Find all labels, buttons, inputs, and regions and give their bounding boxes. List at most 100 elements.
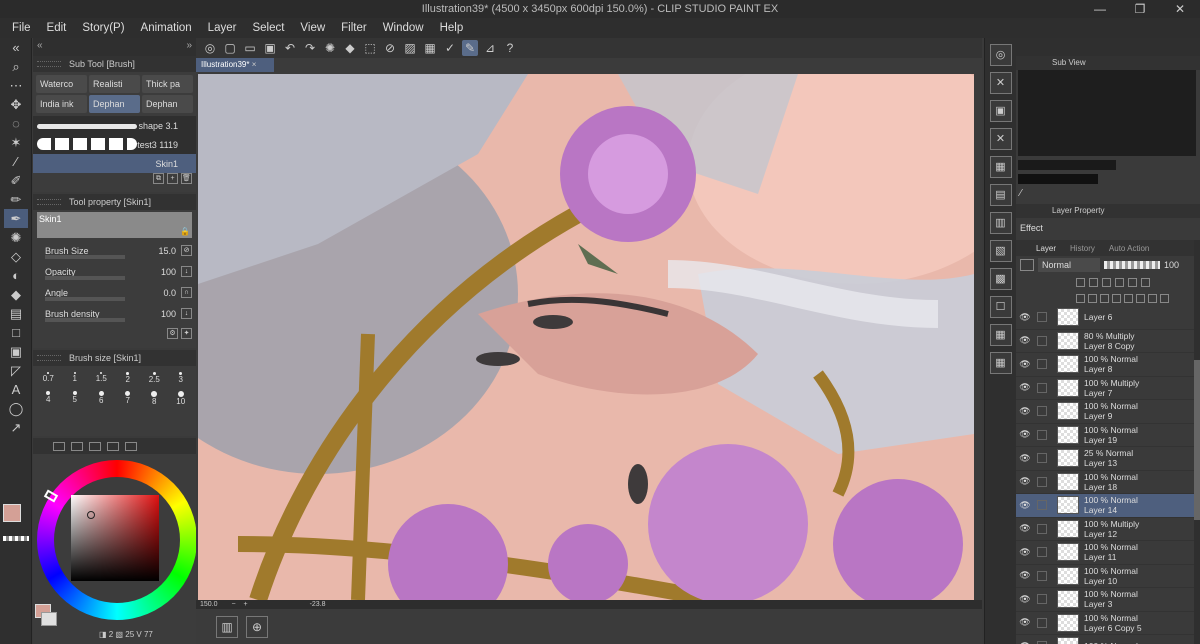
material-tray-icon[interactable]: ▩ [989, 268, 1012, 290]
layer-lock-checkbox[interactable] [1037, 523, 1047, 534]
material-all-icon[interactable]: ▦ [989, 324, 1012, 346]
material-tone-icon[interactable]: ✕ [989, 128, 1012, 150]
tab-auto-action[interactable]: Auto Action [1109, 244, 1149, 253]
brush-size-preset[interactable]: 2.5 [141, 370, 168, 387]
eyedropper-icon[interactable]: ⁄ [4, 152, 28, 171]
magic-wand-icon[interactable]: ✶ [4, 133, 28, 152]
brush-item[interactable]: test3 1119 [33, 135, 196, 154]
color-set-tab-icon[interactable] [71, 441, 83, 451]
color-wheel-tab-icon[interactable] [53, 441, 65, 451]
visibility-eye-icon[interactable]: 👁 [1018, 547, 1032, 558]
material-brush-icon[interactable]: ☐ [989, 296, 1012, 318]
airbrush-tool-icon[interactable]: ✺ [4, 228, 28, 247]
copy-subtool-icon[interactable]: ⧉ [153, 173, 164, 184]
brush-size-preset[interactable]: 0.7 [35, 370, 62, 387]
layer-lock-checkbox[interactable] [1037, 617, 1047, 628]
gradient-tool-icon[interactable]: ▤ [4, 304, 28, 323]
lock-alpha-icon[interactable] [1128, 277, 1137, 287]
transform-icon[interactable]: ⬚ [362, 40, 378, 56]
brush-size-value[interactable]: 15.0 [158, 246, 176, 256]
layer-row[interactable]: 👁 100 % Normal Layer 10 [1016, 565, 1200, 588]
redo-icon[interactable]: ↷ [302, 40, 318, 56]
layer-row[interactable]: 👁 100 % Normal Layer 6 Copy 5 [1016, 612, 1200, 635]
menu-help[interactable]: Help [432, 22, 472, 34]
collapse-icon[interactable]: « [4, 38, 28, 57]
undo-icon[interactable]: ↶ [282, 40, 298, 56]
opacity-slider[interactable] [1104, 261, 1160, 269]
opacity-value[interactable]: 100 [1164, 260, 1179, 270]
navigator-panel-icon[interactable]: ◎ [989, 44, 1012, 66]
new-vector-layer-icon[interactable] [1088, 293, 1097, 303]
layer-row[interactable]: 👁 100 % Normal Layer 18 [1016, 471, 1200, 494]
menu-file[interactable]: File [4, 22, 39, 34]
layer-lock-checkbox[interactable] [1037, 547, 1047, 558]
lock-layer-icon[interactable] [1115, 277, 1124, 287]
layer-row[interactable]: 👁 Layer 6 [1016, 306, 1200, 330]
delete-layer-icon[interactable] [1160, 293, 1169, 303]
layer-lock-checkbox[interactable] [1037, 453, 1047, 464]
apply-mask-icon[interactable] [1148, 293, 1157, 303]
canvas-tab[interactable]: Illustration39* × [196, 58, 274, 72]
blend-mode-select[interactable]: Normal [1038, 258, 1100, 272]
ruler-tool-icon[interactable]: ◸ [4, 361, 28, 380]
brush-size-preset[interactable]: 7 [115, 389, 142, 406]
menu-story[interactable]: Story(P) [74, 22, 132, 34]
material-3d-icon[interactable]: ▥ [989, 212, 1012, 234]
brush-size-preset[interactable]: 10 [168, 389, 195, 406]
text-tool-icon[interactable]: A [4, 380, 28, 399]
visibility-eye-icon[interactable]: 👁 [1018, 453, 1032, 464]
approximate-color-tab-icon[interactable] [107, 441, 119, 451]
brush-tab-realistic[interactable]: Realisti [89, 75, 140, 93]
layer-row[interactable]: 👁 100 % Normal Layer 14 [1016, 494, 1200, 518]
angle-icon[interactable]: ∩ [181, 287, 192, 298]
layer-lock-checkbox[interactable] [1037, 406, 1047, 417]
visibility-eye-icon[interactable]: 👁 [1018, 359, 1032, 370]
brush-tab-india-ink[interactable]: India ink [36, 95, 87, 113]
invert-selection-icon[interactable]: ▨ [402, 40, 418, 56]
transfer-down-icon[interactable] [1112, 293, 1121, 303]
eraser-tool-icon[interactable]: ◇ [4, 247, 28, 266]
opacity-row[interactable]: Opacity 100 ↓ [33, 261, 196, 282]
layer-row[interactable]: 👁 25 % Normal Layer 13 [1016, 447, 1200, 471]
fill-icon[interactable]: ◆ [342, 40, 358, 56]
draft-layer-icon[interactable] [1102, 277, 1111, 287]
layer-row[interactable]: 👁 100 % Normal Layer 9 [1016, 400, 1200, 424]
frame-icon[interactable]: ⊕ [246, 616, 268, 638]
zoom-out-icon[interactable]: − [231, 601, 235, 608]
brush-size-row[interactable]: Brush Size 15.0 ⊘ [33, 240, 196, 261]
brush-size-preset[interactable]: 4 [35, 389, 62, 406]
material-pattern-icon[interactable]: ▣ [989, 100, 1012, 122]
new-file-icon[interactable]: ▢ [222, 40, 238, 56]
material-texture-icon[interactable]: ▦ [989, 156, 1012, 178]
layer-row[interactable]: 👁 100 % Normal Layer 3 [1016, 588, 1200, 612]
layer-lock-checkbox[interactable] [1037, 359, 1047, 370]
new-raster-layer-icon[interactable] [1076, 293, 1085, 303]
pressure-icon[interactable]: ↓ [181, 308, 192, 319]
layer-color-icon[interactable] [1020, 259, 1034, 271]
layer-scrollbar[interactable] [1194, 240, 1200, 644]
create-subtool-icon[interactable]: + [167, 173, 178, 184]
layer-row[interactable]: 👁 100 % Normal Layer 8 [1016, 353, 1200, 377]
frame-tool-icon[interactable]: ▣ [4, 342, 28, 361]
snap-grid-icon[interactable]: ⊿ [482, 40, 498, 56]
help-icon[interactable]: ? [502, 40, 518, 56]
brush-item[interactable]: shape 3.1 [33, 116, 196, 135]
sv-handle[interactable] [87, 511, 95, 519]
menu-filter[interactable]: Filter [333, 22, 375, 34]
correct-line-tool-icon[interactable]: ↗ [4, 418, 28, 437]
layer-lock-checkbox[interactable] [1037, 429, 1047, 440]
angle-value[interactable]: 0.0 [163, 288, 176, 298]
close-tab-icon[interactable]: × [252, 60, 257, 69]
fill-tool-icon[interactable]: ◆ [4, 285, 28, 304]
layer-row[interactable]: 👁 100 % Multiply Layer 12 [1016, 518, 1200, 541]
pencil-tool-icon[interactable]: ✏ [4, 190, 28, 209]
navigator-icon[interactable]: ▥ [216, 616, 238, 638]
brush-size-preset[interactable]: 5 [62, 389, 89, 406]
brush-tab-thick-paint[interactable]: Thick pa [142, 75, 193, 93]
layer-row[interactable]: 👁 100 % Multiply Layer 7 [1016, 377, 1200, 400]
menu-view[interactable]: View [292, 22, 333, 34]
brush-density-row[interactable]: Brush density 100 ↓ [33, 303, 196, 324]
layer-row[interactable]: 👁 80 % Multiply Layer 8 Copy [1016, 330, 1200, 353]
material-manga-icon[interactable]: ▧ [989, 240, 1012, 262]
zoom-in-icon[interactable]: + [244, 601, 248, 608]
